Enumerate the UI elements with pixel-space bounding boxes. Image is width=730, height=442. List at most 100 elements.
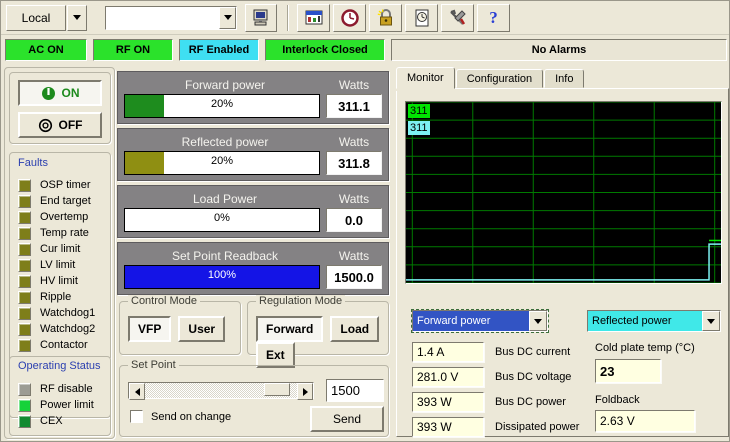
vfp-button[interactable]: VFP	[128, 316, 171, 342]
trace1-select-value[interactable]: Forward power	[413, 311, 529, 331]
address-combobox-arrow[interactable]	[219, 7, 236, 29]
fault-row: OSP timer	[18, 177, 110, 193]
fault-label: LV limit	[40, 259, 75, 271]
trace1-select-arrow[interactable]	[529, 311, 547, 331]
trace2-select[interactable]: Reflected power	[587, 310, 721, 332]
off-button[interactable]: OFF	[18, 112, 102, 138]
status-row: Power limit	[18, 397, 110, 413]
send-button[interactable]: Send	[310, 406, 384, 432]
trace2-select-value[interactable]: Reflected power	[588, 311, 702, 331]
strip-chart: 311 311	[405, 101, 722, 284]
meter-progressbar: 100%	[124, 265, 320, 289]
on-button[interactable]: ON	[18, 80, 102, 106]
tab-bar: Monitor Configuration Info	[396, 67, 585, 89]
fault-led	[18, 307, 31, 320]
local-dropdown-value[interactable]: Local	[6, 5, 66, 31]
regulation-mode-group: Regulation Mode Forward Load Ext	[247, 301, 389, 355]
meter-progressbar: 20%	[124, 94, 320, 118]
left-panel: ON OFF Faults OSP timer End target Overt…	[4, 67, 115, 439]
fault-led	[18, 179, 31, 192]
help-button[interactable]: ?	[477, 4, 510, 32]
clock-icon	[340, 8, 360, 28]
cold-plate-temp-label: Cold plate temp (°C)	[595, 342, 695, 354]
status-label: Power limit	[40, 399, 94, 411]
trace2-select-arrow[interactable]	[702, 311, 720, 331]
connect-button[interactable]	[245, 4, 277, 32]
fault-led	[18, 275, 31, 288]
tab-info[interactable]: Info	[544, 69, 584, 88]
user-button[interactable]: User	[178, 316, 225, 342]
status-led	[18, 383, 31, 396]
power-off-icon	[38, 118, 53, 133]
meter-title: Reflected power	[124, 135, 326, 149]
forward-power-meter: Forward powerWatts 20% 311.1	[117, 71, 389, 124]
fault-row: Cur limit	[18, 241, 110, 257]
fault-led	[18, 323, 31, 336]
meter-progressbar: 0%	[124, 208, 320, 232]
off-button-label: OFF	[59, 118, 83, 132]
send-on-change-label: Send on change	[151, 411, 231, 423]
power-group: ON OFF	[9, 72, 111, 144]
monitor-tab-panel: 311 311 Forward power Reflected power 1.…	[396, 88, 729, 437]
fault-label: Temp rate	[40, 227, 89, 239]
tools-button[interactable]	[441, 4, 474, 32]
middle-panel: Forward powerWatts 20% 311.1 Reflected p…	[117, 67, 391, 439]
address-combobox-value[interactable]	[106, 7, 219, 29]
status-alarms: No Alarms	[391, 39, 727, 61]
set-point-input[interactable]	[326, 379, 384, 402]
send-on-change-checkbox[interactable]	[130, 410, 143, 423]
load-button[interactable]: Load	[330, 316, 379, 342]
fault-row: Watchdog2	[18, 321, 110, 337]
bus-dc-current-label: Bus DC current	[495, 346, 570, 358]
status-rf-on: RF ON	[93, 39, 173, 61]
status-led	[18, 415, 31, 428]
slider-thumb[interactable]	[264, 383, 290, 396]
fault-led	[18, 195, 31, 208]
trace1-select[interactable]: Forward power	[412, 310, 548, 332]
fault-row: HV limit	[18, 273, 110, 289]
meter-value: 311.1	[326, 94, 382, 118]
fault-row: Ripple	[18, 289, 110, 305]
chevron-down-icon	[534, 319, 542, 324]
lock-icon	[376, 8, 396, 28]
fault-row: Temp rate	[18, 225, 110, 241]
meter-value: 311.8	[326, 151, 382, 175]
status-label: CEX	[40, 415, 63, 427]
local-dropdown-arrow[interactable]	[67, 5, 87, 31]
tab-configuration[interactable]: Configuration	[456, 69, 543, 88]
address-combobox[interactable]	[105, 6, 237, 30]
fault-led	[18, 227, 31, 240]
log-icon	[412, 8, 432, 28]
status-row: RF disable	[18, 381, 110, 397]
regulation-mode-title: Regulation Mode	[256, 295, 345, 307]
local-dropdown[interactable]: Local	[6, 5, 87, 31]
foldback-label: Foldback	[595, 394, 640, 406]
send-on-change-row[interactable]: Send on change	[130, 410, 231, 423]
dissipated-power-field: 393 W	[412, 417, 484, 437]
cold-plate-temp-field: 23	[595, 359, 661, 383]
slider-left-arrow[interactable]	[129, 383, 145, 400]
set-point-slider[interactable]	[128, 382, 314, 399]
control-mode-title: Control Mode	[128, 295, 200, 307]
panels-button[interactable]	[297, 4, 330, 32]
reflected-power-meter: Reflected powerWatts 20% 311.8	[117, 128, 389, 181]
reflected-power-value-chip: 311	[408, 121, 430, 135]
security-button[interactable]	[369, 4, 402, 32]
faults-title: Faults	[18, 157, 110, 169]
slider-right-arrow[interactable]	[297, 383, 313, 400]
meter-unit: Watts	[326, 192, 382, 206]
fault-label: Ripple	[40, 291, 71, 303]
monitor-clock-button[interactable]	[333, 4, 366, 32]
fault-label: Contactor	[40, 339, 88, 351]
meter-unit: Watts	[326, 249, 382, 263]
fault-label: End target	[40, 195, 91, 207]
forward-button[interactable]: Forward	[256, 316, 323, 342]
meter-title: Load Power	[124, 192, 326, 206]
meter-percent: 20%	[125, 98, 319, 110]
power-on-icon	[41, 86, 56, 101]
fault-led	[18, 339, 31, 352]
slider-track[interactable]	[145, 383, 297, 398]
status-rf-enabled: RF Enabled	[179, 39, 259, 61]
tab-monitor[interactable]: Monitor	[396, 67, 455, 89]
log-button[interactable]	[405, 4, 438, 32]
